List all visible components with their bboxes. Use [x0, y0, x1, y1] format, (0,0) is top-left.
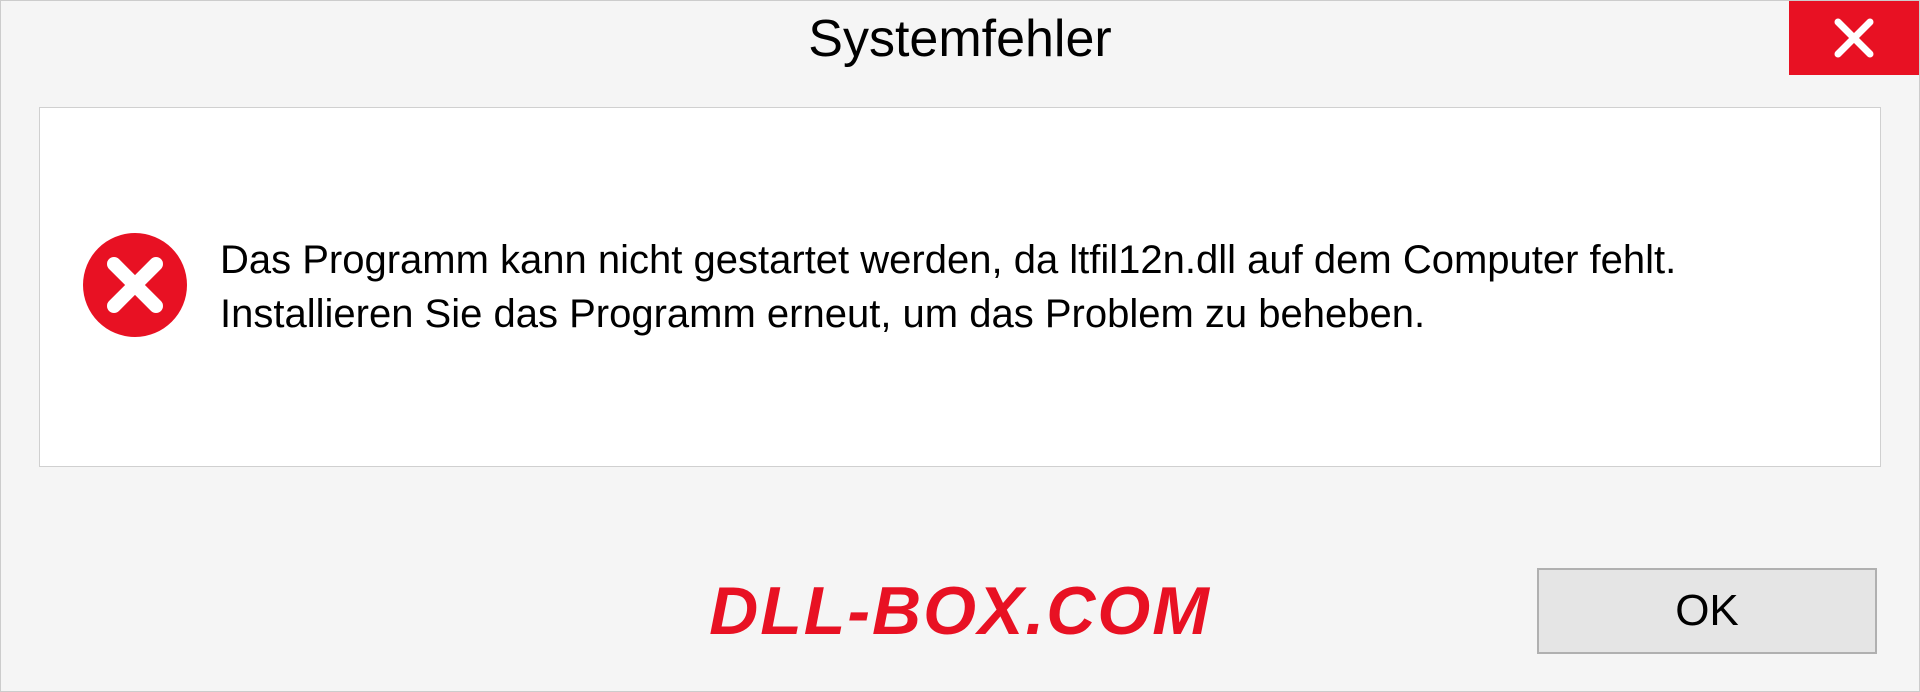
close-icon: [1832, 16, 1876, 60]
content-area: Das Programm kann nicht gestartet werden…: [39, 107, 1881, 467]
close-button[interactable]: [1789, 1, 1919, 75]
ok-button[interactable]: OK: [1537, 568, 1877, 654]
watermark-text: DLL-BOX.COM: [709, 572, 1211, 650]
dialog-footer: DLL-BOX.COM OK: [1, 531, 1919, 691]
dialog-title: Systemfehler: [808, 9, 1111, 69]
titlebar: Systemfehler: [1, 1, 1919, 77]
error-message: Das Programm kann nicht gestartet werden…: [220, 233, 1840, 341]
error-dialog: Systemfehler Das Programm kann nicht ges…: [0, 0, 1920, 692]
error-icon: [80, 230, 190, 345]
